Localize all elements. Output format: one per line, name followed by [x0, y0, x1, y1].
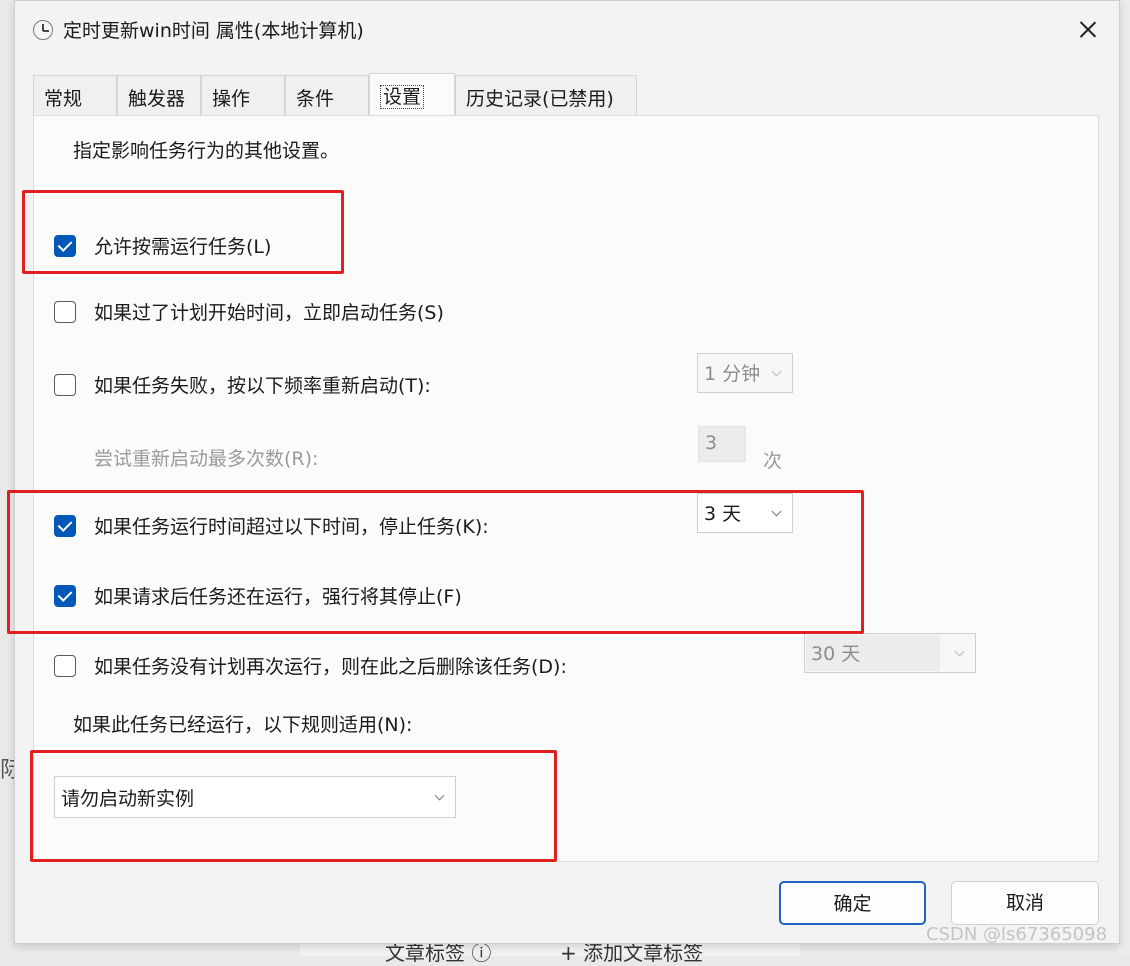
restart-interval-select[interactable]: 1 分钟 — [697, 353, 793, 393]
watermark: CSDN @ls67365098 — [926, 924, 1108, 945]
tab-label: 设置 — [380, 85, 425, 109]
option-label: 尝试重新启动最多次数(R): — [94, 448, 319, 470]
option-label: 如果任务没有计划再次运行，则在此之后删除该任务(D): — [94, 656, 567, 678]
tab-label: 条件 — [296, 88, 335, 110]
highlight-box-stop-rules — [7, 490, 864, 634]
ok-button[interactable]: 确定 — [779, 881, 926, 925]
option-label: 如果过了计划开始时间，立即启动任务(S) — [94, 302, 444, 324]
restart-count-unit: 次 — [763, 450, 783, 472]
delete-expired-checkbox[interactable] — [54, 655, 76, 677]
chevron-down-icon — [771, 366, 782, 377]
run-missed-start-checkbox[interactable] — [54, 301, 76, 323]
settings-intro: 指定影响任务行为的其他设置。 — [73, 140, 340, 162]
title-bar: 定时更新win时间 属性(本地计算机) — [15, 1, 1119, 59]
tab-history[interactable]: 历史记录(已禁用) — [455, 75, 637, 115]
dialog-title: 定时更新win时间 属性(本地计算机) — [63, 20, 364, 42]
rule-label: 如果此任务已经运行，以下规则适用(N): — [73, 714, 413, 736]
tab-label: 触发器 — [128, 88, 186, 110]
restart-interval-value: 1 分钟 — [704, 363, 761, 385]
tab-label: 历史记录(已禁用) — [466, 88, 614, 110]
tab-label: 操作 — [212, 88, 251, 110]
restart-on-failure-checkbox[interactable] — [54, 374, 76, 396]
option-label: 如果任务失败，按以下频率重新启动(T): — [94, 375, 431, 397]
clock-icon — [33, 20, 53, 40]
tab-triggers[interactable]: 触发器 — [117, 75, 201, 115]
highlight-box-rule-select — [30, 750, 557, 862]
delete-after-value: 30 天 — [811, 643, 861, 665]
tab-label: 常规 — [44, 88, 83, 110]
tab-actions[interactable]: 操作 — [201, 75, 285, 115]
tab-settings[interactable]: 设置 — [369, 73, 455, 115]
cancel-button[interactable]: 取消 — [951, 881, 1099, 925]
chevron-down-icon — [954, 646, 965, 657]
tab-conditions[interactable]: 条件 — [285, 75, 369, 115]
close-button[interactable] — [1065, 9, 1111, 49]
highlight-box-on-demand — [22, 190, 344, 274]
tab-general[interactable]: 常规 — [33, 75, 117, 115]
restart-count-input[interactable]: 3 — [698, 426, 746, 462]
delete-after-select[interactable]: 30 天 — [804, 633, 976, 673]
